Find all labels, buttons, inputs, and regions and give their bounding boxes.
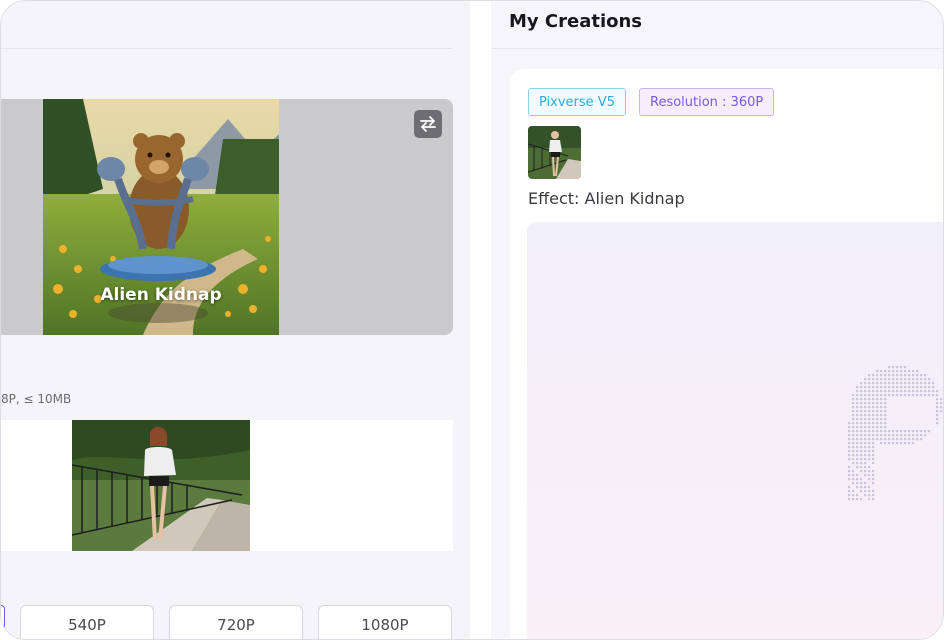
- upload-requirements-hint: 8P, ≤ 10MB: [1, 392, 72, 406]
- creations-title: My Creations: [509, 11, 643, 32]
- resolution-option-540p[interactable]: 540P: [20, 605, 154, 639]
- creation-effect-text: Effect: Alien Kidnap: [528, 189, 685, 208]
- effect-name-label: Alien Kidnap: [100, 285, 222, 305]
- resolution-option-720p[interactable]: 720P: [169, 605, 303, 639]
- panel-separator: [470, 1, 491, 639]
- swap-icon: [420, 116, 436, 132]
- creations-header-divider: [491, 48, 943, 49]
- uploaded-photo[interactable]: [72, 420, 250, 551]
- loading-dots-icon: [847, 361, 943, 507]
- resolution-tag: Resolution : 360P: [639, 88, 775, 116]
- panel-header-divider: [1, 48, 453, 49]
- resolution-option-1080p[interactable]: 1080P: [318, 605, 452, 639]
- model-tag: Pixverse V5: [528, 88, 626, 116]
- swap-effect-button[interactable]: [414, 110, 442, 138]
- resolution-option-selected-edge[interactable]: [1, 605, 5, 639]
- app-window: Alien Kidnap 8P, ≤ 10MB 540P 720P 1080P …: [0, 0, 944, 640]
- source-thumbnail[interactable]: [528, 126, 581, 179]
